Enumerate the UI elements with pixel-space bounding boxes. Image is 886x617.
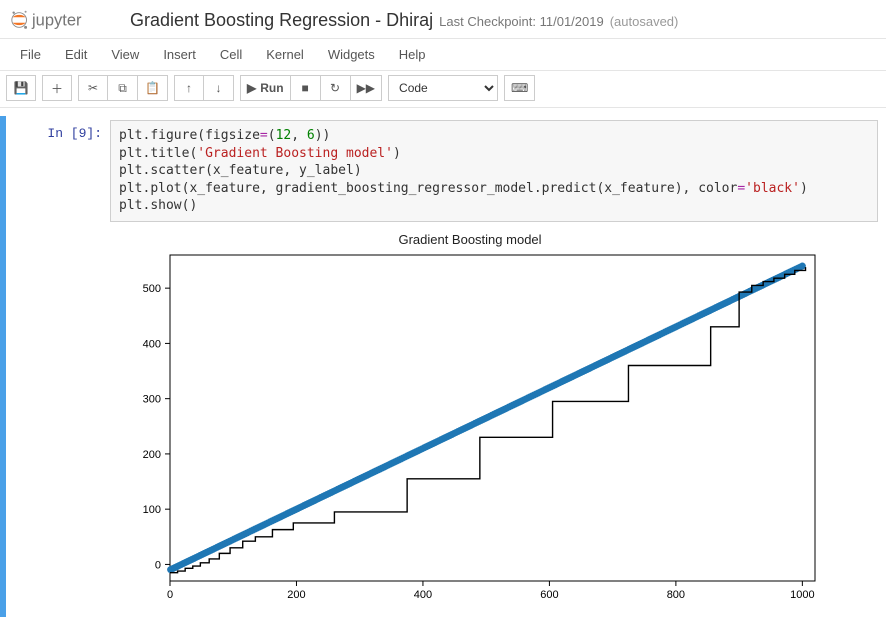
svg-text:300: 300: [143, 393, 161, 405]
paste-button[interactable]: 📋: [138, 75, 168, 101]
jupyter-logo[interactable]: jupyter: [10, 6, 120, 34]
copy-icon: ⧉: [118, 81, 127, 96]
svg-text:500: 500: [143, 283, 161, 295]
code-input[interactable]: plt.figure(figsize=(12, 6)) plt.title('G…: [110, 120, 878, 222]
svg-text:200: 200: [143, 449, 161, 461]
plus-icon: ＋: [51, 80, 63, 97]
celltype-select[interactable]: Code: [388, 75, 498, 101]
menu-file[interactable]: File: [8, 41, 53, 68]
move-up-button[interactable]: ↑: [174, 75, 204, 101]
arrow-up-icon: ↑: [186, 81, 192, 95]
svg-text:0: 0: [167, 589, 173, 601]
cut-button[interactable]: ✂: [78, 75, 108, 101]
chart-title: Gradient Boosting model: [110, 232, 830, 247]
input-prompt: In [9]:: [10, 120, 110, 222]
save-icon: 💾: [14, 81, 29, 95]
command-palette-button[interactable]: ⌨: [504, 75, 535, 101]
menu-edit[interactable]: Edit: [53, 41, 99, 68]
svg-text:800: 800: [667, 589, 685, 601]
svg-text:200: 200: [287, 589, 305, 601]
svg-text:600: 600: [540, 589, 558, 601]
svg-text:1000: 1000: [790, 589, 814, 601]
autosaved-text: (autosaved): [610, 14, 679, 29]
stop-icon: ■: [301, 81, 308, 95]
arrow-down-icon: ↓: [216, 81, 222, 95]
menu-help[interactable]: Help: [387, 41, 438, 68]
run-label: Run: [260, 81, 283, 95]
menu-cell[interactable]: Cell: [208, 41, 254, 68]
paste-icon: 📋: [145, 81, 160, 95]
copy-button[interactable]: ⧉: [108, 75, 138, 101]
chart-svg: 0 200 400 600 800 1000 0 100 200 300 400 500: [110, 249, 830, 609]
menu-insert[interactable]: Insert: [151, 41, 208, 68]
menu-bar: File Edit View Insert Cell Kernel Widget…: [0, 39, 886, 71]
notebook-title[interactable]: Gradient Boosting Regression - Dhiraj: [130, 10, 433, 31]
menu-kernel[interactable]: Kernel: [254, 41, 316, 68]
menu-widgets[interactable]: Widgets: [316, 41, 387, 68]
toolbar: 💾 ＋ ✂ ⧉ 📋 ↑ ↓ ▶ Run ■ ↻ ▶▶ Code ⌨: [0, 71, 886, 108]
svg-text:jupyter: jupyter: [31, 12, 82, 30]
checkpoint-text: Last Checkpoint: 11/01/2019: [439, 14, 604, 29]
svg-text:100: 100: [143, 504, 161, 516]
svg-text:400: 400: [414, 589, 432, 601]
svg-text:0: 0: [155, 559, 161, 571]
code-cell[interactable]: In [9]: plt.figure(figsize=(12, 6)) plt.…: [10, 120, 878, 222]
restart-button[interactable]: ↻: [321, 75, 351, 101]
menu-view[interactable]: View: [99, 41, 151, 68]
cut-icon: ✂: [88, 81, 98, 95]
save-button[interactable]: 💾: [6, 75, 36, 101]
fast-forward-icon: ▶▶: [357, 81, 375, 95]
notebook-body: In [9]: plt.figure(figsize=(12, 6)) plt.…: [0, 108, 886, 617]
notebook-header: jupyter Gradient Boosting Regression - D…: [0, 0, 886, 39]
restart-icon: ↻: [330, 81, 340, 95]
add-cell-button[interactable]: ＋: [42, 75, 72, 101]
output-cell: Gradient Boosting model 0 200 400 600 800 100…: [10, 228, 878, 609]
keyboard-icon: ⌨: [511, 81, 528, 95]
svg-text:400: 400: [143, 338, 161, 350]
interrupt-button[interactable]: ■: [291, 75, 321, 101]
restart-run-all-button[interactable]: ▶▶: [351, 75, 382, 101]
run-icon: ▶: [247, 81, 256, 95]
move-down-button[interactable]: ↓: [204, 75, 234, 101]
chart-output: Gradient Boosting model 0 200 400 600 800 100…: [110, 232, 830, 609]
run-button[interactable]: ▶ Run: [240, 75, 291, 101]
